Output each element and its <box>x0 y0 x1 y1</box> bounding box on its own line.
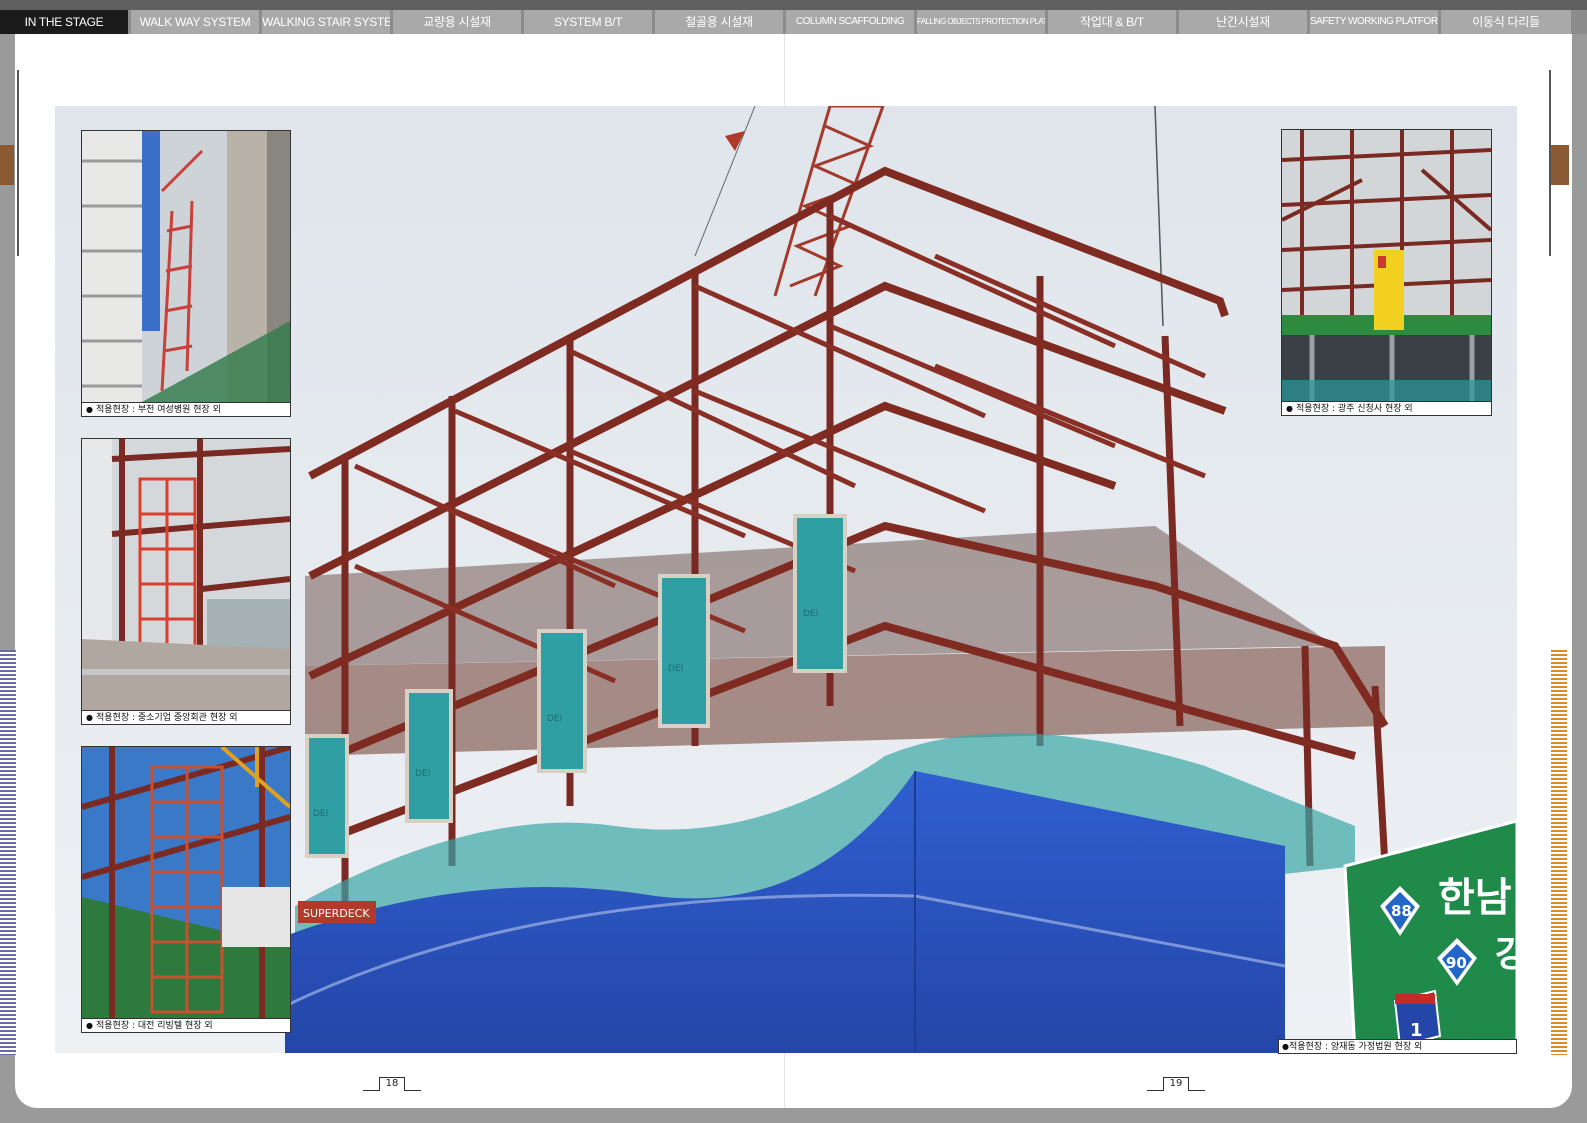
right-edge-stripes <box>1551 650 1567 1055</box>
tab-in-the-stage[interactable]: IN THE STAGE <box>0 10 128 34</box>
inset-photo-gwangju: ● 적용현장 : 광주 신청사 현장 외 <box>1281 129 1492 416</box>
top-navigation-bar <box>0 0 1587 10</box>
svg-text:DEI: DEI <box>415 769 430 779</box>
tab-walking-stair-system[interactable]: WALKING STAIR SYSTEM <box>262 10 390 34</box>
superdeck-label: SUPERDECK <box>303 907 370 920</box>
svg-text:DEI: DEI <box>668 664 683 674</box>
caption-text: 적용현장 : 광주 신청사 현장 외 <box>1295 404 1413 414</box>
inset-photo-bucheon-image <box>82 131 290 402</box>
inset-caption-smb-center: ● 적용현장 : 중소기업 중앙회관 현장 외 <box>82 710 290 724</box>
main-caption-text: 적용현장 : 양재동 가정법원 현장 외 <box>1288 1042 1423 1052</box>
caption-text: 적용현장 : 중소기업 중앙회관 현장 외 <box>95 713 238 723</box>
inset-photo-bucheon: ● 적용현장 : 부천 여성병원 현장 외 <box>81 130 291 417</box>
caption-text: 적용현장 : 대전 리빙텔 현장 외 <box>95 1021 213 1031</box>
caption-bullet: ● <box>86 1021 93 1030</box>
inset-caption-bucheon: ● 적용현장 : 부천 여성병원 현장 외 <box>82 402 290 416</box>
tab-railing-equipment[interactable]: 난간시설재 <box>1179 10 1307 34</box>
road-sign-text: 한남 <box>1438 875 1512 921</box>
svg-text:DEI: DEI <box>547 714 562 724</box>
svg-text:DEI: DEI <box>803 609 818 619</box>
road-sign-text-2: 강 <box>1495 934 1517 975</box>
tab-bridge-equipment[interactable]: 교량용 시설재 <box>393 10 521 34</box>
tab-column-scaffolding[interactable]: COLUMN SCAFFOLDING <box>786 10 914 34</box>
tab-safety-working-platform[interactable]: SAFETY WORKING PLATFORM <box>1310 10 1438 34</box>
tab-falling-objects-protection-platform[interactable]: FALLING OBJECTS PROTECTION PLATFORM <box>917 10 1045 34</box>
inset-caption-gwangju: ● 적용현장 : 광주 신청사 현장 외 <box>1282 401 1491 415</box>
main-photo-caption: ●적용현장 : 양재동 가정법원 현장 외 <box>1278 1039 1517 1054</box>
svg-text:DEI: DEI <box>313 809 328 819</box>
caption-bullet: ● <box>1286 404 1293 413</box>
tab-steel-frame-equipment[interactable]: 철골용 시설재 <box>655 10 783 34</box>
inset-photo-smb-center-image <box>82 439 290 710</box>
tab-walk-way-system[interactable]: WALK WAY SYSTEM <box>131 10 259 34</box>
tab-work-platform-bt[interactable]: 작업대 & B/T <box>1048 10 1176 34</box>
tab-mobile-ladder[interactable]: 이동식 다리들 <box>1441 10 1571 34</box>
inset-photo-gwangju-image <box>1282 130 1491 401</box>
route-90-label: 90 <box>1446 954 1467 972</box>
tab-system-bt[interactable]: SYSTEM B/T <box>524 10 652 34</box>
right-edge-tab <box>1551 145 1569 185</box>
caption-bullet: ● <box>1282 1042 1289 1051</box>
page-number-left-value: 18 <box>385 1078 399 1089</box>
caption-bullet: ● <box>86 713 93 722</box>
inset-photo-smb-center: ● 적용현장 : 중소기업 중앙회관 현장 외 <box>81 438 291 725</box>
route-88-label: 88 <box>1391 902 1412 920</box>
inset-caption-daejeon: ● 적용현장 : 대전 리빙텔 현장 외 <box>82 1018 290 1032</box>
caption-text: 적용현장 : 부천 여성병원 현장 외 <box>95 405 221 415</box>
page-number-left: 18 <box>363 1075 421 1091</box>
inset-photo-daejeon-image <box>82 747 290 1018</box>
page-number-right-value: 19 <box>1169 1078 1183 1089</box>
left-edge-stripes <box>0 650 16 1055</box>
top-navigation: IN THE STAGE WALK WAY SYSTEM WALKING STA… <box>0 0 1587 34</box>
route-1-label: 1 <box>1410 1020 1423 1041</box>
page-number-right: 19 <box>1147 1075 1205 1091</box>
left-edge-line <box>17 70 19 256</box>
caption-bullet: ● <box>86 405 93 414</box>
inset-photo-daejeon: ● 적용현장 : 대전 리빙텔 현장 외 <box>81 746 291 1033</box>
left-edge-tab <box>0 145 14 185</box>
